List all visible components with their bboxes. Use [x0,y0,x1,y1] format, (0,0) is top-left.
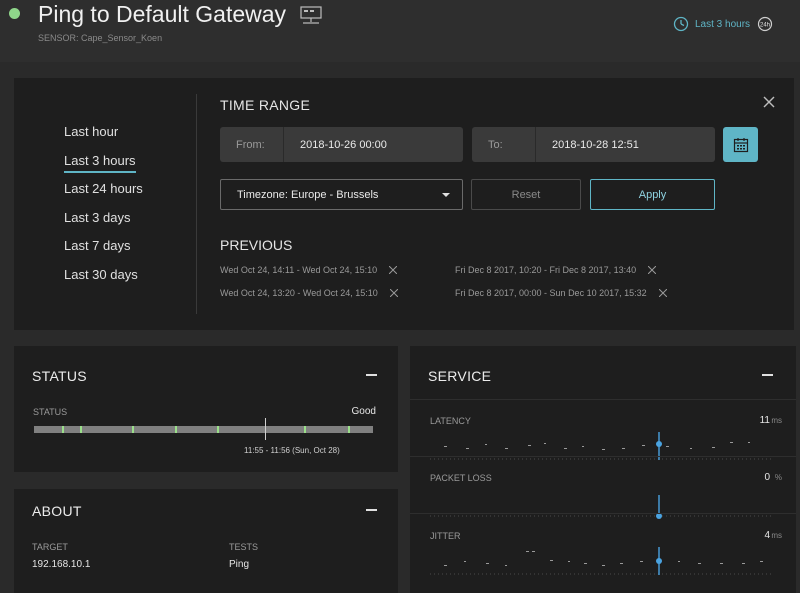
previous-range-label: Fri Dec 8 2017, 00:00 - Sun Dec 10 2017,… [455,288,647,298]
remove-icon[interactable] [389,289,398,297]
24h-label: 24h [760,23,770,29]
collapse-icon[interactable] [762,374,773,376]
previous-range-item[interactable]: Fri Dec 8 2017, 10:20 - Fri Dec 8 2017, … [455,265,657,275]
status-value: Good [351,406,376,417]
page-header: Ping to Default Gateway SENSOR: Cape_Sen… [0,0,800,62]
latency-metric[interactable]: LATENCY 11 ms [410,415,796,473]
status-label: STATUS [33,407,68,417]
status-tick [304,426,306,433]
status-card-title: STATUS [32,368,87,384]
sparkline-samples [444,442,750,450]
status-tick [62,426,64,433]
target-value: 192.168.10.1 [32,559,91,570]
chevron-down-icon [442,193,450,197]
packet-loss-metric[interactable]: PACKET LOSS 0 % [410,472,796,530]
time-range-title: TIME RANGE [220,97,311,113]
remove-icon[interactable] [648,266,657,274]
panel-divider [196,94,197,314]
jitter-metric[interactable]: JITTER 4 ms [410,530,796,588]
time-range-toggle[interactable]: Last 3 hours [673,16,750,32]
metric-name: PACKET LOSS [430,473,492,483]
about-card-title: ABOUT [32,503,82,519]
reset-button[interactable]: Reset [471,179,581,210]
from-field[interactable]: From: 2018-10-26 00:00 [220,127,463,162]
status-tick [132,426,134,433]
target-label: TARGET [32,542,68,552]
metric-name: JITTER [430,531,461,541]
metric-divider [410,513,796,514]
remove-icon[interactable] [389,266,398,274]
metric-name: LATENCY [430,416,471,426]
sparkline-marker [656,558,662,564]
status-tick [175,426,177,433]
time-range-label: Last 3 hours [695,18,751,30]
previous-range-label: Wed Oct 24, 14:11 - Wed Oct 24, 15:10 [220,265,378,275]
close-icon[interactable] [762,95,776,109]
status-timeline[interactable] [34,426,373,433]
metric-unit: ms [771,531,782,540]
metric-value: 11 [759,415,770,426]
collapse-icon[interactable] [366,509,377,511]
quick-range-last-7-days[interactable]: Last 7 days [64,232,143,261]
previous-title: PREVIOUS [220,237,293,253]
status-indicator-dot [9,8,20,19]
sparkline-marker [656,441,662,447]
calendar-icon [733,137,748,152]
tests-label: TESTS [229,542,259,552]
to-input[interactable]: 2018-10-28 12:51 [536,139,639,151]
page-title: Ping to Default Gateway [38,1,287,27]
timezone-select[interactable]: Timezone: Europe - Brussels [220,179,463,210]
calendar-button[interactable] [723,127,758,162]
previous-range-item[interactable]: Wed Oct 24, 13:20 - Wed Oct 24, 15:10 [220,288,398,298]
status-tick [348,426,350,433]
service-card: SERVICE LATENCY 11 ms PACKET LOSS 0 % JI… [410,346,796,593]
previous-range-label: Wed Oct 24, 13:20 - Wed Oct 24, 15:10 [220,288,378,298]
to-label: To: [472,127,536,162]
quick-range-last-30-days[interactable]: Last 30 days [64,261,143,290]
metric-unit: ms [771,416,782,425]
timezone-value: Timezone: Europe - Brussels [237,188,379,201]
metric-divider [410,456,796,457]
metric-unit: % [774,473,782,482]
status-tick [80,426,82,433]
sensor-label: SENSOR: Cape_Sensor_Koen [38,33,163,43]
to-field[interactable]: To: 2018-10-28 12:51 [472,127,715,162]
device-icon [300,6,322,24]
jitter-sparkline[interactable] [430,543,772,577]
previous-range-label: Fri Dec 8 2017, 10:20 - Fri Dec 8 2017, … [455,265,637,275]
status-card: STATUS STATUS Good 11:55 - 11:56 (Sun, O… [14,346,398,472]
status-tick [217,426,219,433]
from-input[interactable]: 2018-10-26 00:00 [284,139,387,151]
tests-value: Ping [229,559,250,570]
status-hover-cursor [265,418,266,440]
previous-range-item[interactable]: Fri Dec 8 2017, 00:00 - Sun Dec 10 2017,… [455,288,667,298]
previous-range-item[interactable]: Wed Oct 24, 14:11 - Wed Oct 24, 15:10 [220,265,398,275]
status-hover-time: 11:55 - 11:56 (Sun, Oct 28) [244,446,340,455]
24h-icon[interactable]: 24h [757,16,773,32]
quick-range-last-3-days[interactable]: Last 3 days [64,204,143,233]
collapse-icon[interactable] [366,374,377,376]
time-range-panel: Last hour Last 3 hours Last 24 hours Las… [14,78,794,330]
remove-icon[interactable] [658,289,667,297]
quick-range-last-hour[interactable]: Last hour [64,118,143,147]
metric-value: 0 [764,472,770,483]
metric-divider [410,399,796,400]
quick-range-last-24-hours[interactable]: Last 24 hours [64,175,143,204]
sparkline-samples [444,551,763,566]
apply-button[interactable]: Apply [590,179,715,210]
quick-range-last-3-hours[interactable]: Last 3 hours [64,147,143,176]
metric-value: 4 [764,530,770,541]
quick-range-list: Last hour Last 3 hours Last 24 hours Las… [64,118,143,289]
clock-icon [673,16,689,32]
from-label: From: [220,127,284,162]
service-card-title: SERVICE [428,368,492,384]
about-card: ABOUT TARGET 192.168.10.1 TESTS Ping [14,489,398,593]
